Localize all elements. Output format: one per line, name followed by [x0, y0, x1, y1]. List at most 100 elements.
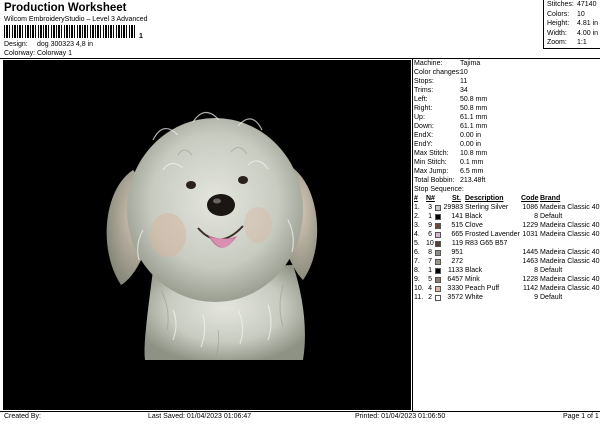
stat-label: Height: — [547, 20, 570, 27]
cell-stitches: 141 — [451, 213, 463, 220]
cell-description: Clove — [465, 222, 483, 229]
info-row: Trims: 34 — [414, 87, 468, 94]
info-row: Stops: 11 — [414, 78, 467, 85]
info-value: 213.48ft — [460, 177, 486, 184]
cell-brand: Default — [540, 213, 563, 220]
cell-num: 6. — [414, 249, 420, 256]
cell-num: 11. — [414, 294, 424, 301]
design-value: dog 300323 4,8 in — [37, 41, 94, 48]
cell-num: 8. — [414, 267, 420, 274]
col-header-stitches: St. — [452, 195, 461, 202]
table-row: 3. 9 515 Clove 1229 Madeira Classic 40 — [0, 222, 600, 231]
cell-stitches: 3330 — [447, 285, 463, 292]
table-row: 6. 8 951 1445 Madeira Classic 40 — [0, 249, 600, 258]
info-label: Trims: — [414, 87, 434, 94]
color-swatch — [435, 295, 441, 301]
cell-description: Sterling Silver — [465, 204, 509, 211]
info-row: Down: 61.1 mm — [414, 123, 487, 130]
table-row: 5. 10 119 R83 G65 B57 — [0, 240, 600, 249]
info-row: EndY: 0.00 in — [414, 141, 481, 148]
cell-num: 2. — [414, 213, 420, 220]
info-value: 6.5 mm — [460, 168, 484, 175]
created-by: Created By: — [4, 413, 41, 420]
cell-needle: 4 — [428, 285, 432, 292]
cell-brand: Default — [540, 267, 563, 274]
col-header-num: # — [414, 195, 418, 202]
header-divider — [0, 58, 600, 59]
cell-num: 9. — [414, 276, 420, 283]
info-label: EndY: — [414, 141, 433, 148]
info-value: 61.1 mm — [460, 123, 488, 130]
table-row: 4. 6 665 Frosted Lavender 1031 Madeira Classi… — [0, 231, 600, 240]
table-row: 9. 5 6457 Mink 1228 Madeira Classic 40 — [0, 276, 600, 285]
cell-brand: Madeira Classic 40 — [540, 258, 600, 265]
cell-needle: 3 — [428, 204, 432, 211]
table-row: 2. 1 141 Black 8 Default — [0, 213, 600, 222]
table-row: 8. 1 1133 Black 8 Default — [0, 267, 600, 276]
cell-description: White — [465, 294, 483, 301]
cell-code: 1445 — [522, 249, 538, 256]
info-label: Color changes: — [414, 69, 462, 76]
barcode-digit: 1 — [139, 33, 143, 40]
info-value: 11 — [460, 78, 468, 85]
color-swatch — [435, 214, 441, 220]
color-swatch — [435, 268, 441, 274]
info-row: Up: 61.1 mm — [414, 114, 487, 121]
cell-code: 1229 — [522, 222, 538, 229]
page-number: Page 1 of 1 — [563, 413, 599, 420]
software-subtitle: Wilcom EmbroideryStudio – Level 3 Advanc… — [4, 16, 148, 23]
col-header-needle: N# — [426, 195, 435, 202]
cell-stitches: 515 — [451, 222, 463, 229]
cell-brand: Madeira Classic 40 — [540, 249, 600, 256]
info-row: Machine: Tajima — [414, 60, 480, 67]
last-saved: Last Saved: 01/04/2023 01:06:47 — [148, 413, 252, 420]
info-row: Color changes:10 — [414, 69, 468, 76]
stats-box: Stitches: 47140 Colors: 10 Height: 4.81 in … — [543, 0, 600, 49]
info-label: Down: — [414, 123, 434, 130]
table-row: 7. 7 272 1463 Madeira Classic 40 — [0, 258, 600, 267]
cell-num: 5. — [414, 240, 420, 247]
cell-needle: 10 — [426, 240, 434, 247]
stat-value: 1:1 — [577, 39, 587, 46]
cell-num: 10. — [414, 285, 424, 292]
color-swatch — [435, 286, 441, 292]
cell-description: Frosted Lavender — [465, 231, 520, 238]
info-value: 10.8 mm — [460, 150, 488, 157]
footer-divider — [0, 411, 600, 412]
cell-brand: Madeira Classic 40 — [540, 204, 600, 211]
cell-brand: Madeira Classic 40 — [540, 222, 600, 229]
cell-needle: 9 — [428, 222, 432, 229]
cell-description: Mink — [465, 276, 480, 283]
cell-num: 7. — [414, 258, 420, 265]
stat-colors: Colors: 10 — [547, 11, 585, 18]
info-label: Right: — [414, 105, 433, 112]
cell-code: 1142 — [522, 285, 538, 292]
cell-code: 1463 — [522, 258, 538, 265]
cell-brand: Madeira Classic 40 — [540, 231, 600, 238]
table-row: 11. 2 3572 White 9 Default — [0, 294, 600, 303]
printed-date: Printed: 01/04/2023 01:06:50 — [355, 413, 446, 420]
production-worksheet: Production Worksheet Wilcom EmbroiderySt… — [0, 0, 600, 424]
stat-value: 47140 — [577, 1, 597, 8]
stat-width: Width: 4.00 in — [547, 30, 598, 37]
color-swatch — [435, 205, 441, 211]
info-value: 61.1 mm — [460, 114, 488, 121]
stat-stitches: Stitches: 47140 — [547, 1, 596, 8]
col-header-code: Code — [521, 195, 539, 202]
design-row: Design: dog 300323 4,8 in — [4, 41, 93, 48]
cell-num: 3. — [414, 222, 420, 229]
table-row: 10. 4 3330 Peach Puff 1142 Madeira Classic 40 — [0, 285, 600, 294]
info-row: Left: 50.8 mm — [414, 96, 487, 103]
cell-needle: 1 — [428, 267, 432, 274]
info-row: Right: 50.8 mm — [414, 105, 487, 112]
colorway-row: Colorway: Colorway 1 — [4, 50, 72, 57]
info-label: Min Stitch: — [414, 159, 447, 166]
design-label: Design: — [4, 41, 28, 48]
cell-description: Peach Puff — [465, 285, 500, 292]
info-label: Machine: — [414, 60, 443, 67]
info-value: Tajima — [460, 60, 481, 67]
table-row: 1. 3 29983 Sterling Silver 1086 Madeira Class… — [0, 204, 600, 213]
color-swatch — [435, 232, 441, 238]
info-value: 0.00 in — [460, 141, 482, 148]
cell-needle: 6 — [428, 231, 432, 238]
